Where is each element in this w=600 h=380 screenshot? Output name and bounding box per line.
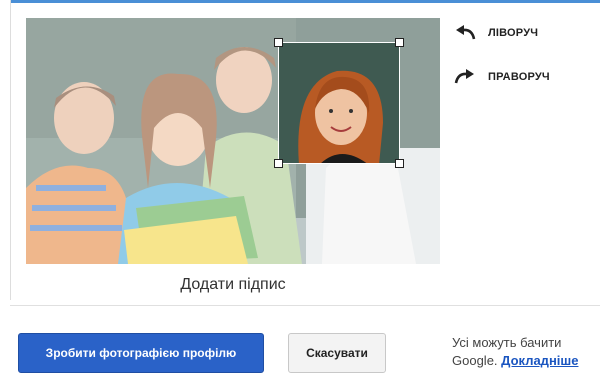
footer-divider <box>10 305 600 306</box>
cancel-button[interactable]: Скасувати <box>288 333 386 373</box>
rotate-left-button[interactable]: ЛІВОРУЧ <box>452 24 538 42</box>
visibility-notice: Усі можуть бачити Google. Докладніше <box>452 334 600 370</box>
notice-line-2: Google. Докладніше <box>452 352 600 370</box>
rotate-right-button[interactable]: ПРАВОРУЧ <box>452 68 550 86</box>
crop-preview-image <box>279 43 399 163</box>
left-border <box>10 0 11 300</box>
notice-line-1: Усі можуть бачити <box>452 335 562 350</box>
rotate-right-icon <box>452 68 478 86</box>
crop-handle-bottom-right[interactable] <box>395 159 404 168</box>
rotate-left-icon <box>452 24 478 42</box>
learn-more-link[interactable]: Докладніше <box>501 353 578 368</box>
top-border <box>10 0 600 3</box>
crop-handle-top-right[interactable] <box>395 38 404 47</box>
crop-handle-bottom-left[interactable] <box>274 159 283 168</box>
rotate-right-label: ПРАВОРУЧ <box>488 71 550 83</box>
set-profile-photo-button[interactable]: Зробити фотографією профілю <box>18 333 264 373</box>
rotate-left-label: ЛІВОРУЧ <box>488 27 539 39</box>
crop-selection[interactable] <box>274 38 404 168</box>
add-caption-link[interactable]: Додати підпис <box>26 276 440 294</box>
notice-prefix: Google. <box>452 353 498 368</box>
crop-handle-top-left[interactable] <box>274 38 283 47</box>
photo-editor-dialog: ЛІВОРУЧ ПРАВОРУЧ Додати підпис Зробити ф… <box>0 0 600 380</box>
